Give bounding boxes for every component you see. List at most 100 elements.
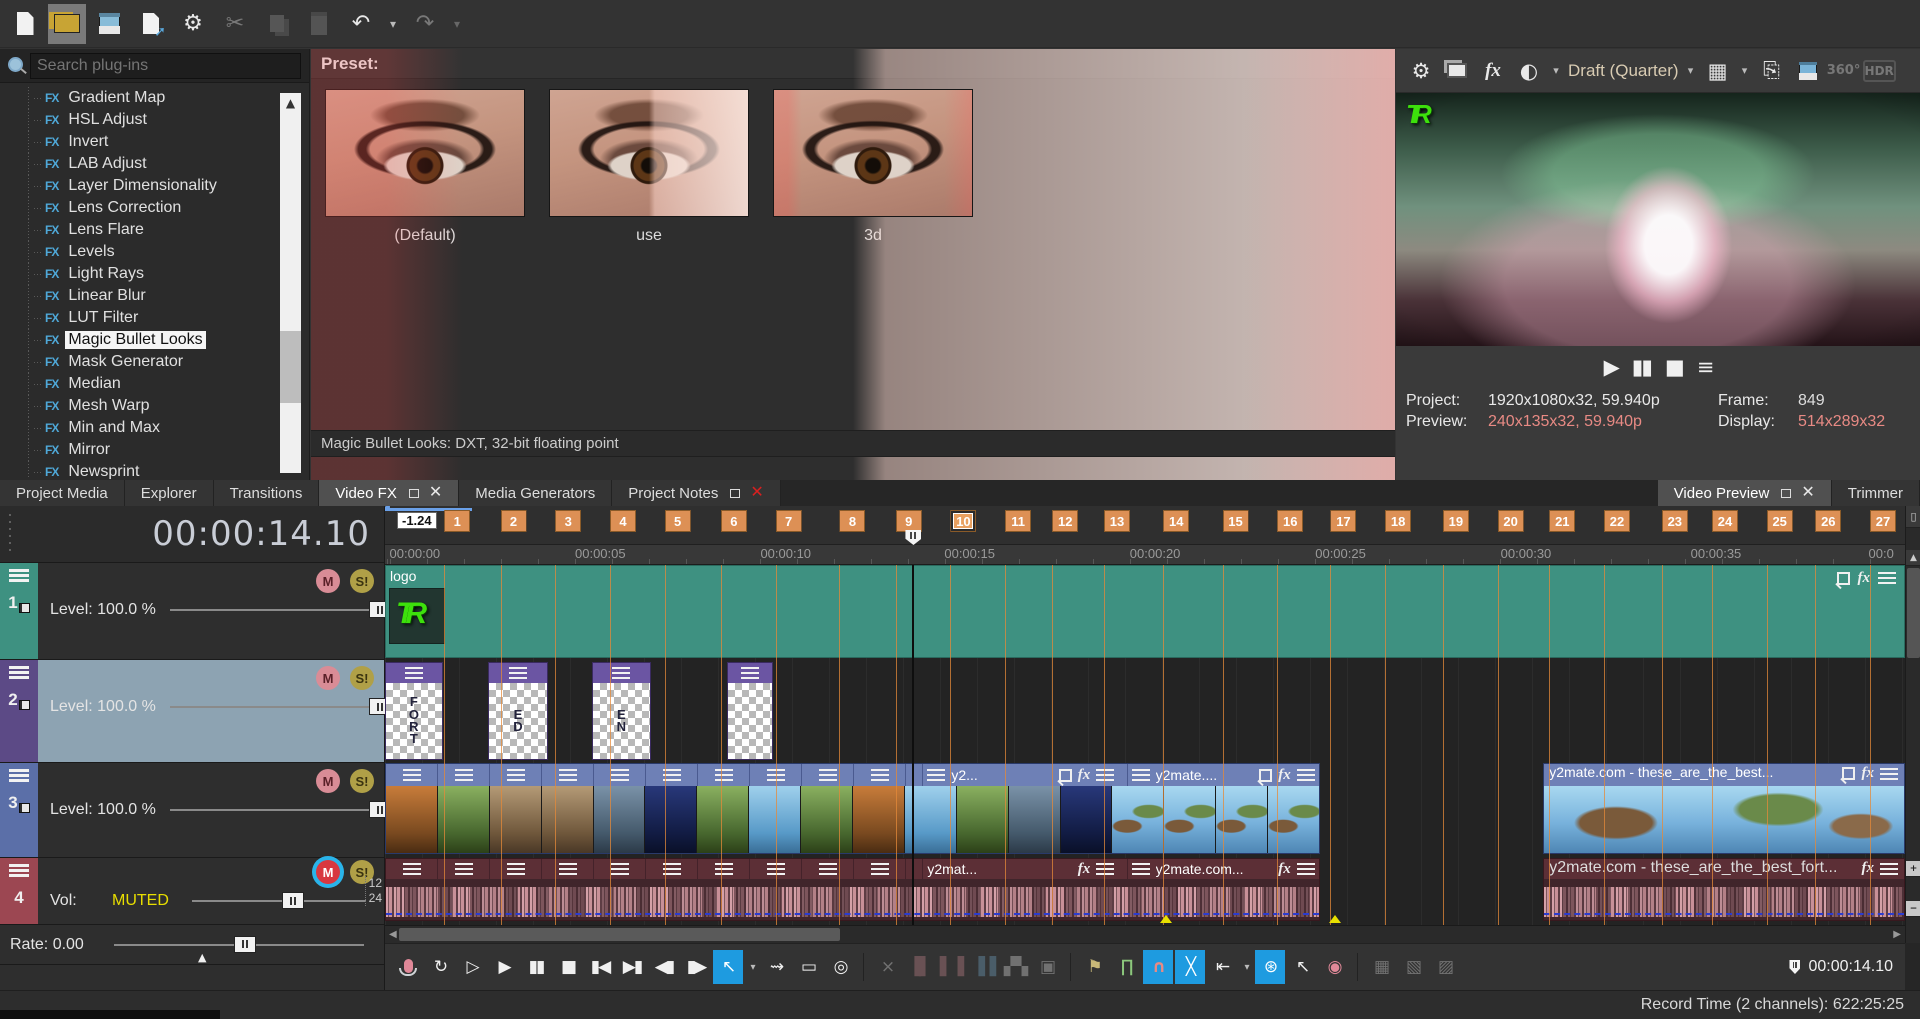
slider-knob[interactable] [234,936,256,953]
zoom-in-button[interactable]: + [1906,861,1920,877]
slider-knob[interactable] [282,892,304,909]
plugin-item[interactable]: FX Median [0,373,309,395]
event-pan-crop-icon[interactable] [1837,572,1850,585]
level-slider[interactable] [170,706,391,708]
scroll-left-icon[interactable]: ◀ [387,927,399,942]
trim-end-button[interactable]: ▌▐ [936,950,966,984]
plugin-item[interactable]: FX Magic Bullet Looks [0,329,309,351]
level-slider[interactable] [170,609,391,611]
playhead-line[interactable] [912,565,914,925]
scroll-up-icon[interactable]: ▲ [1906,550,1920,566]
redo-button[interactable]: ↷ [406,4,444,44]
edit-tool-dropdown[interactable]: ▾ [745,950,759,984]
track-menu-icon[interactable] [9,864,29,878]
plugin-item[interactable]: FX Levels [0,241,309,263]
copy-button[interactable] [258,4,296,44]
tab[interactable]: Project Notes ✕ [612,480,780,506]
title-clip[interactable]: FORT [385,662,443,760]
timeline-marker[interactable]: 2 [501,510,527,532]
audio-clip-group[interactable]: y2mat... y2mate.com... [385,858,1320,921]
divider[interactable] [863,953,864,981]
plugin-item[interactable]: FX Gradient Map [0,87,309,109]
trim-start-button[interactable]: ▐▌ [904,950,934,984]
timeline-marker[interactable]: 12 [1052,510,1078,532]
redo-dropdown[interactable]: ▾ [448,4,466,44]
timeline-marker[interactable]: 9 [896,510,922,532]
timeline-marker[interactable]: 14 [1163,510,1189,532]
search-input[interactable] [30,53,301,79]
auto-ripple-button[interactable]: ⇤ [1207,950,1237,984]
close-tab-icon[interactable]: ✕ [1801,485,1814,501]
overlays-grid-button[interactable]: ▦ [1701,54,1735,88]
plugin-item[interactable]: FX Linear Blur [0,285,309,307]
plugin-item[interactable]: FX Lens Flare [0,219,309,241]
rate-center-arrow[interactable]: ▲ [198,951,206,964]
event-fx-icon[interactable] [1861,764,1874,786]
solo-button[interactable]: S! [350,666,374,690]
envelope-tool-button[interactable]: ⇝ [761,950,791,984]
insert-marker-button[interactable]: ⚑ [1079,950,1109,984]
overlays-dropdown[interactable]: ▾ [1737,54,1753,88]
timeline-marker[interactable]: 19 [1443,510,1469,532]
event-fx-icon[interactable] [1861,859,1874,879]
event-pan-crop-icon[interactable] [1259,769,1272,782]
title-clip[interactable] [727,662,773,760]
slip-button[interactable]: ▐▐ [968,950,998,984]
float-window-icon[interactable] [730,489,740,498]
tab[interactable]: Media Generators ✕ [459,480,612,506]
track-header-2[interactable]: 2 M S! Level: 100.0 % [0,660,384,763]
paste-button[interactable] [300,4,338,44]
tab[interactable]: Transitions ✕ [214,480,320,506]
new-project-button[interactable] [6,4,44,44]
plugin-list-scrollbar[interactable]: ▲ [280,93,301,473]
view-360-button[interactable]: 360° [1827,54,1861,88]
preview-quality-dropdown[interactable]: ▾ [1683,54,1699,88]
volume-envelope[interactable] [386,913,1319,915]
tab[interactable]: Project Media ✕ [0,480,125,506]
previous-frame-button[interactable]: ◀▮ [649,950,679,984]
event-menu-icon[interactable] [1880,768,1898,781]
preview-stop-button[interactable]: ■ [1665,355,1683,379]
preview-quality-select[interactable]: Draft (Quarter) [1566,54,1681,88]
add-to-group-button[interactable]: ▨ [1430,950,1460,984]
play-button[interactable]: ▶ [489,950,519,984]
plugin-item[interactable]: FX Mirror [0,439,309,461]
audio-clip-header[interactable]: y2mat... [922,859,1118,879]
preview-pause-button[interactable]: ▮▮ [1632,355,1651,379]
horizontal-scrollbar[interactable]: ◀ ▶ [385,925,1905,943]
timeline-marker[interactable]: 17 [1330,510,1356,532]
video-clip[interactable]: y2mate.com - these_are_the_best... [1543,763,1905,854]
go-to-start-button[interactable]: ▮◀ [585,950,615,984]
event-menu-icon[interactable] [1297,863,1315,876]
zoom-out-button[interactable]: − [1906,901,1920,917]
scroll-thumb[interactable] [280,331,301,403]
track-header-1[interactable]: 1 M S! Level: 100.0 % [0,563,384,660]
delete-button[interactable]: × [872,950,902,984]
plugin-item[interactable]: FX HSL Adjust [0,109,309,131]
event-pan-crop-icon[interactable] [1842,767,1855,780]
tab[interactable]: Video Preview ✕ [1658,480,1832,506]
scroll-thumb[interactable] [1907,568,1920,658]
stop-button[interactable]: ■ [553,950,583,984]
selection-tool-button[interactable]: ▭ [793,950,823,984]
zoom-tool-button[interactable]: ◎ [825,950,855,984]
preset-item[interactable]: 3d [773,89,973,245]
volume-slider[interactable] [192,900,366,902]
auto-crossfade-button[interactable]: ╳ [1175,950,1205,984]
record-button[interactable] [393,950,423,984]
timeline-marker[interactable]: 11 [1005,510,1031,532]
split-screen-dropdown[interactable]: ▾ [1548,54,1564,88]
marker-tool-button[interactable]: ▯ [1906,506,1920,528]
mute-button[interactable]: M [316,769,340,793]
event-pan-crop-icon[interactable] [1059,769,1072,782]
video-clip-header[interactable]: y2... [922,764,1118,786]
event-menu-icon[interactable] [1132,769,1150,782]
cut-button[interactable]: ✂ [216,4,254,44]
timeline-marker[interactable]: 23 [1662,510,1688,532]
scroll-right-icon[interactable]: ▶ [1891,927,1903,942]
save-project-button[interactable] [90,4,128,44]
volume-envelope[interactable] [1544,913,1904,915]
title-clip[interactable]: EN [592,662,651,760]
event-fx-icon[interactable] [1078,766,1091,784]
timeline-marker[interactable]: 27 [1870,510,1896,532]
